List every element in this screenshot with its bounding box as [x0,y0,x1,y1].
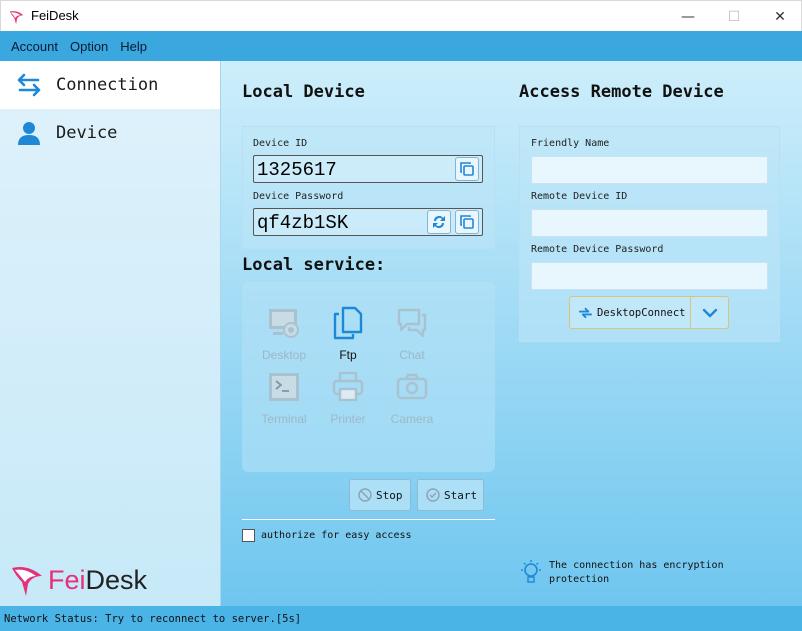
refresh-password-button[interactable] [427,210,451,234]
feidesk-brand-icon [12,567,42,596]
maximize-button[interactable]: ☐ [711,1,757,32]
brand-logo: FeiDesk [10,562,147,598]
menu-option[interactable]: Option [64,39,114,54]
friendly-name-label: Friendly Name [531,138,610,149]
printer-icon [332,371,364,402]
check-circle-icon [426,488,440,502]
remote-device-id-input[interactable] [531,209,768,237]
close-icon: ✕ [774,8,786,25]
copy-icon [460,162,474,176]
service-label: Printer [330,412,366,426]
service-desktop[interactable]: Desktop [252,306,316,362]
local-device-group: Device ID 1325617 Device Password qf4zb1… [242,126,495,249]
stop-button[interactable]: Stop [349,479,411,511]
terminal-icon [269,373,299,401]
brand-text: FeiDesk [48,564,148,595]
lightbulb-icon [521,560,541,583]
service-camera[interactable]: Camera [380,370,444,426]
network-status-text: Network Status: Try to reconnect to serv… [4,612,302,625]
remote-device-id-label: Remote Device ID [531,191,628,202]
stop-icon [358,488,372,502]
minimize-button[interactable]: — [665,1,711,32]
device-id-value: 1325617 [257,159,337,181]
desktop-icon [269,309,299,338]
start-label: Start [444,488,478,502]
copy-icon [460,215,474,229]
connect-options-dropdown[interactable] [691,297,728,328]
menu-help[interactable]: Help [114,39,153,54]
sidebar-item-label: Connection [56,75,159,95]
authorize-label: authorize for easy access [261,530,412,541]
service-label: Chat [399,348,425,362]
copy-device-id-button[interactable] [455,157,479,181]
remote-password-input[interactable] [531,262,768,290]
local-service-title: Local service: [242,255,386,275]
feidesk-logo-icon [9,11,24,25]
user-icon [18,122,40,145]
copy-files-icon [333,306,363,340]
chat-icon [397,308,427,338]
sync-icon [578,307,593,319]
local-device-title: Local Device [242,82,365,102]
encryption-text: The connection has encryption protection [549,560,724,585]
service-printer[interactable]: Printer [316,370,380,426]
service-label: Terminal [261,412,307,426]
refresh-icon [433,216,445,228]
service-chat[interactable]: Chat [380,306,444,362]
maximize-icon: ☐ [727,8,741,25]
device-id-field: 1325617 [253,155,483,183]
encryption-note: The connection has encryption protection [519,559,739,587]
device-password-field: qf4zb1SK [253,208,483,236]
service-label: Camera [390,412,434,426]
status-bar: Network Status: Try to reconnect to serv… [0,606,802,631]
main-panel: Local Device Device ID 1325617 Device Pa… [221,61,802,606]
close-button[interactable]: ✕ [757,1,802,32]
remote-password-label: Remote Device Password [531,244,664,255]
window-title: FeiDesk [31,8,79,23]
remote-device-title: Access Remote Device [519,82,724,102]
swap-arrows-icon [17,73,41,97]
device-id-label: Device ID [253,138,308,149]
device-password-label: Device Password [253,191,344,202]
friendly-name-input[interactable] [531,156,768,184]
sidebar-item-label: Device [56,123,118,143]
copy-password-button[interactable] [455,210,479,234]
service-label: Ftp [339,348,357,362]
menu-account[interactable]: Account [5,39,64,54]
menu-bar: Account Option Help [0,31,802,61]
title-bar: FeiDesk — ☐ ✕ [0,0,802,31]
minimize-icon: — [681,8,695,25]
sidebar-item-device[interactable]: Device [0,109,220,157]
divider [242,519,495,520]
desktop-connect-label: DesktopConnect [597,306,686,319]
service-ftp[interactable]: Ftp [316,306,380,362]
device-password-value: qf4zb1SK [257,212,349,234]
camera-icon [396,373,428,400]
sidebar-item-connection[interactable]: Connection [0,61,220,109]
start-button[interactable]: Start [417,479,484,511]
chevron-down-icon [702,308,717,317]
service-terminal[interactable]: Terminal [252,370,316,426]
desktop-connect-button[interactable]: DesktopConnect [570,297,691,328]
sidebar: Connection Device [0,61,221,606]
service-label: Desktop [261,348,307,362]
authorize-checkbox[interactable] [242,529,255,542]
stop-label: Stop [376,488,403,502]
local-service-panel: Desktop Ftp Chat Terminal Printer Camera [242,282,495,472]
desktop-connect-button-group: DesktopConnect [569,296,729,329]
